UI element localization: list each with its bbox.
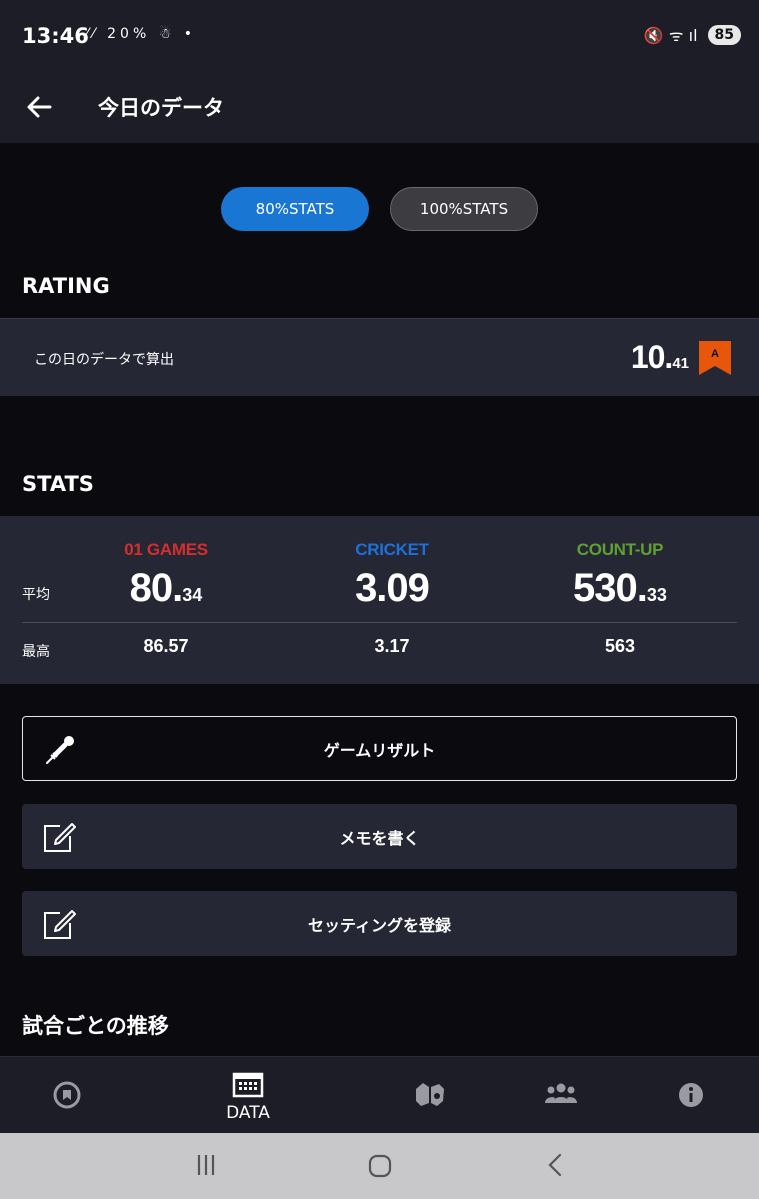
battery-indicator: 85 xyxy=(707,25,741,45)
rating-badge-icon: A xyxy=(699,341,731,375)
home-badge-icon xyxy=(53,1081,81,1109)
stat-head-countup: COUNT-UP xyxy=(576,540,664,559)
stat-max-01games: 86.57 xyxy=(143,636,189,656)
rating-badge-letter: A xyxy=(711,348,719,360)
game-result-button[interactable]: ゲームリザルト xyxy=(22,716,737,781)
nav-item-people[interactable] xyxy=(500,1057,620,1134)
rating-value-dec: 41 xyxy=(672,355,689,372)
nav-item-info[interactable] xyxy=(631,1057,751,1134)
rating-label: この日のデータで算出 xyxy=(34,352,174,368)
status-icons-left: ⁄⁄ 20% ☃ • xyxy=(86,26,196,42)
rating-row: この日のデータで算出 10.41 xyxy=(0,318,759,396)
rating-value-int: 10. xyxy=(630,339,673,375)
stat-head-cricket: CRICKET xyxy=(355,540,429,559)
calendar-icon xyxy=(232,1072,264,1098)
rating-value: 10.41 xyxy=(631,339,689,376)
nav-item-data[interactable]: DATA xyxy=(188,1057,308,1134)
stat-max-countup: 563 xyxy=(604,636,636,656)
game-result-label: ゲームリザルト xyxy=(323,740,436,760)
arrow-left-icon[interactable] xyxy=(24,92,54,122)
stats-divider xyxy=(22,622,737,623)
status-icons-right: 🔇 ᯤ ıl 85 xyxy=(644,24,741,46)
bottom-nav: DATA xyxy=(0,1056,759,1133)
stat-avg-countup: 530.33 xyxy=(520,566,720,611)
nav-label-data: DATA xyxy=(226,1103,270,1123)
stat-avg-dec: 33 xyxy=(646,585,667,605)
stats-100-button[interactable]: 100%STATS xyxy=(390,187,538,231)
recent-apps-icon[interactable] xyxy=(194,1153,218,1177)
back-icon[interactable] xyxy=(544,1153,568,1177)
trend-section-title: 試合ごとの推移 xyxy=(22,1014,169,1038)
nav-item-puzzle[interactable] xyxy=(369,1057,489,1134)
avg-row-label: 平均 xyxy=(22,587,50,603)
nav-item-home[interactable] xyxy=(7,1057,127,1134)
write-memo-button[interactable]: メモを書く xyxy=(22,804,737,869)
page-title: 今日のデータ xyxy=(98,96,224,120)
stat-head-01games: 01 GAMES xyxy=(124,540,208,559)
stat-avg-01games: 80.34 xyxy=(66,566,266,611)
status-bar: 13:46 ⁄⁄ 20% ☃ • 🔇 ᯤ ıl 85 xyxy=(0,0,759,70)
system-nav-bar xyxy=(0,1133,759,1199)
rating-section-title: RATING xyxy=(22,274,110,298)
puzzle-icon xyxy=(416,1083,444,1106)
stat-avg-int: 80. xyxy=(129,566,184,610)
status-time: 13:46 xyxy=(22,24,89,48)
stat-avg-dec: 34 xyxy=(182,585,203,605)
write-memo-label: メモを書く xyxy=(339,828,420,848)
stat-max-cricket: 3.17 xyxy=(374,636,410,656)
home-icon[interactable] xyxy=(367,1153,393,1179)
register-setting-label: セッティングを登録 xyxy=(307,915,452,935)
max-row-label: 最高 xyxy=(22,644,50,660)
stats-section-title: STATS xyxy=(22,472,94,496)
people-icon xyxy=(545,1083,577,1103)
register-setting-button[interactable]: セッティングを登録 xyxy=(22,891,737,956)
stat-avg-int: 530. xyxy=(573,566,648,610)
stat-avg-cricket: 3.09 xyxy=(292,566,492,611)
system-icons: 🔇 ᯤ ıl xyxy=(643,26,698,45)
info-icon xyxy=(679,1083,703,1107)
stats-80-button[interactable]: 80%STATS xyxy=(221,187,369,231)
stats-panel: 平均 最高 01 GAMES 80.34 86.57 CRICKET 3.09 … xyxy=(0,516,759,684)
stat-avg-int: 3.09 xyxy=(355,566,430,610)
app-bar: 今日のデータ xyxy=(0,70,759,143)
